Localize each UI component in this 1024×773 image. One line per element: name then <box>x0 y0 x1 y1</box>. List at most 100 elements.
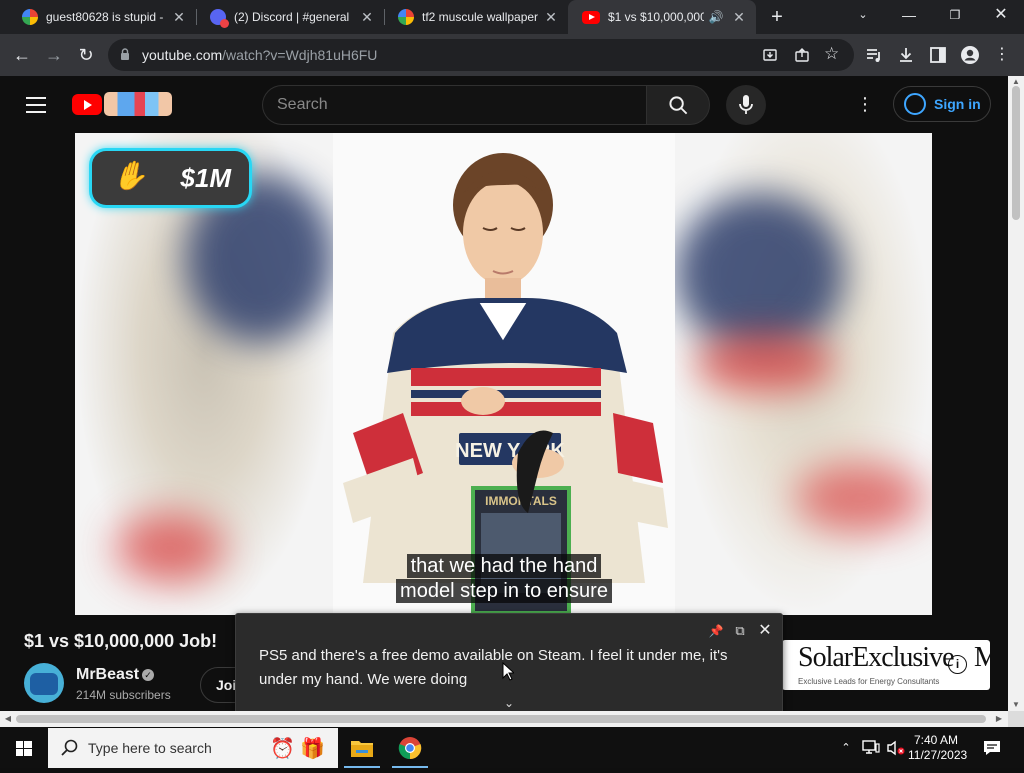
settings-menu-icon[interactable]: ⋮ <box>856 94 874 114</box>
address-bar[interactable]: youtube.com/watch?v=Wdjh81uH6FU ☆ <box>108 39 854 71</box>
chrome-taskbar-icon[interactable] <box>386 728 434 768</box>
search-field <box>262 85 646 125</box>
verified-check-icon: ✓ <box>142 669 154 681</box>
lock-icon <box>121 48 129 60</box>
install-app-icon[interactable] <box>762 47 778 63</box>
clock-date: 11/27/2023 <box>908 748 968 762</box>
notifications-icon[interactable] <box>982 739 1002 757</box>
account-icon <box>904 93 926 115</box>
google-icon <box>22 9 38 25</box>
file-explorer-icon[interactable] <box>338 728 386 768</box>
download-icon[interactable] <box>896 45 916 65</box>
ad-banner[interactable]: SolarExclusive Exclusive Leads for Energ… <box>782 640 990 690</box>
tab-strip: guest80628 is stupid - ✕ (2) Discord | #… <box>0 0 1024 34</box>
volume-muted-icon[interactable] <box>886 740 906 756</box>
back-icon[interactable]: ← <box>10 43 34 67</box>
video-title: $1 vs $10,000,000 Job! <box>24 631 218 651</box>
discord-icon <box>210 9 229 28</box>
caption-line: model step in to ensure <box>396 579 612 603</box>
gift-icon[interactable]: 🎁 <box>300 736 325 761</box>
profile-icon[interactable] <box>960 45 980 65</box>
alarm-clock-icon[interactable]: ⏰ <box>270 736 295 761</box>
video-blur-left <box>75 133 335 615</box>
media-queue-icon[interactable] <box>864 45 884 65</box>
hamburger-menu-icon[interactable] <box>26 97 46 113</box>
tab-tf2[interactable]: tf2 muscule wallpaper ✕ <box>384 0 568 34</box>
share-icon[interactable] <box>794 47 810 63</box>
scroll-right-icon[interactable]: ▶ <box>994 714 1004 724</box>
horizontal-scrollbar[interactable]: ◀ ▶ <box>0 711 1008 727</box>
url-host: youtube.com <box>142 47 223 63</box>
chrome-menu-icon[interactable]: ⋮ <box>992 45 1012 65</box>
close-tab-icon[interactable]: ✕ <box>730 8 748 26</box>
windows-start-icon[interactable] <box>0 728 48 768</box>
youtube-logo-icon[interactable] <box>72 94 102 115</box>
youtube-icon <box>582 10 600 24</box>
url-path: /watch?v=Wdjh81uH6FU <box>222 47 378 63</box>
taskbar: Type here to search ⏰ 🎁 ⌃ 7:40 AM 11/27/… <box>0 728 1024 768</box>
ad-brand: SolarExclusive <box>798 642 955 673</box>
bookmark-star-icon[interactable]: ☆ <box>824 44 839 64</box>
restore-icon[interactable]: ❐ <box>932 0 978 30</box>
pin-icon[interactable]: 📌 <box>708 623 724 639</box>
expand-window-icon[interactable]: ⧉ <box>732 623 748 639</box>
network-icon[interactable] <box>862 740 880 756</box>
search-input[interactable] <box>277 94 627 116</box>
clock-time: 7:40 AM <box>913 733 959 747</box>
video-frame: NEW YORK IMMORTALS <box>333 133 675 615</box>
price-badge: ✋ $1M <box>92 151 249 205</box>
clock[interactable]: 7:40 AM 11/27/2023 <box>908 733 968 773</box>
side-panel-icon[interactable] <box>928 45 948 65</box>
close-window-icon[interactable]: ✕ <box>978 0 1024 30</box>
forward-icon[interactable]: → <box>42 43 66 67</box>
ad-tagline: Exclusive Leads for Energy Consultants <box>798 677 940 686</box>
tab-search-icon[interactable]: ⌄ <box>840 0 886 30</box>
minimize-icon[interactable]: — <box>886 0 932 30</box>
close-tab-icon[interactable]: ✕ <box>542 8 560 26</box>
channel-name[interactable]: MrBeast <box>76 666 139 684</box>
tab-discord[interactable]: (2) Discord | #general ✕ <box>196 0 384 34</box>
scroll-thumb[interactable] <box>16 715 986 723</box>
new-tab-button[interactable]: + <box>766 6 788 28</box>
reload-icon[interactable]: ↻ <box>74 43 98 67</box>
search-icon <box>669 96 688 115</box>
tab-youtube-active[interactable]: $1 vs $10,000,000 🔊 ✕ <box>568 0 756 34</box>
channel-avatar[interactable] <box>24 663 64 703</box>
close-tab-icon[interactable]: ✕ <box>358 8 376 26</box>
search-icon <box>61 739 78 756</box>
tab-title: $1 vs $10,000,000 <box>608 10 704 24</box>
tab-guest[interactable]: guest80628 is stupid - ✕ <box>8 0 196 34</box>
scrollbar-corner <box>1008 711 1024 727</box>
tab-title: tf2 muscule wallpaper <box>422 10 539 24</box>
close-icon[interactable]: ✕ <box>756 622 774 640</box>
vertical-scrollbar[interactable]: ▲ ▼ <box>1008 76 1024 711</box>
taskbar-search[interactable]: Type here to search ⏰ 🎁 <box>48 728 338 768</box>
search-button[interactable] <box>646 85 710 125</box>
ad-info-icon[interactable]: i <box>948 655 967 674</box>
hand-icon: ✋ <box>112 160 147 191</box>
scroll-down-icon[interactable]: ▼ <box>1011 701 1021 709</box>
youtube-doodle[interactable] <box>104 92 172 116</box>
tab-title: guest80628 is stupid - <box>46 10 164 24</box>
voice-search-button[interactable] <box>726 85 766 125</box>
scroll-left-icon[interactable]: ◀ <box>3 714 13 724</box>
sign-in-button[interactable]: Sign in <box>893 86 991 122</box>
speaker-icon[interactable]: 🔊 <box>708 9 724 25</box>
subscriber-count: 214M subscribers <box>76 688 171 702</box>
price-badge-text: $1M <box>180 162 231 193</box>
chevron-down-icon[interactable]: ⌄ <box>501 696 517 710</box>
video-caption: that we had the hand model step in to en… <box>387 554 621 604</box>
video-player[interactable]: NEW YORK IMMORTALS ✋ $1M <box>75 133 932 615</box>
tray-overflow-icon[interactable]: ⌃ <box>836 728 856 768</box>
caption-line: that we had the hand <box>406 554 602 578</box>
close-tab-icon[interactable]: ✕ <box>170 8 188 26</box>
taskbar-search-placeholder: Type here to search <box>88 740 212 756</box>
url-text: youtube.com/watch?v=Wdjh81uH6FU <box>142 47 377 63</box>
youtube-header: ⋮ Sign in <box>0 76 1008 133</box>
scroll-thumb[interactable] <box>1012 86 1020 220</box>
browser-toolbar: ← → ↻ youtube.com/watch?v=Wdjh81uH6FU ☆ … <box>0 34 1024 76</box>
video-person-image: NEW YORK IMMORTALS <box>343 153 668 615</box>
tab-title: (2) Discord | #general <box>234 10 350 24</box>
microphone-icon <box>739 95 753 114</box>
scroll-up-icon[interactable]: ▲ <box>1011 78 1021 86</box>
